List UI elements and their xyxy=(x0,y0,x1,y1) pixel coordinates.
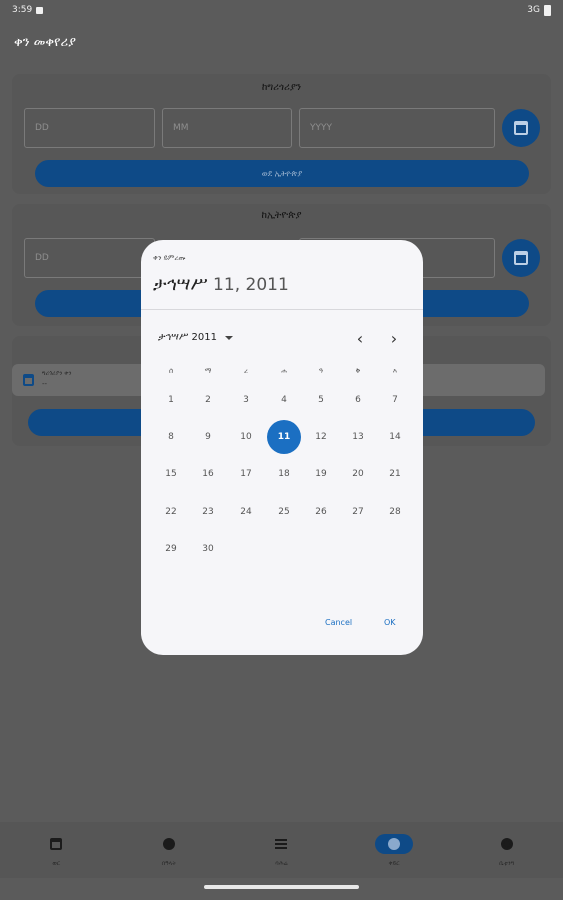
calendar-icon xyxy=(50,838,63,850)
nav-item-list[interactable]: ባሕሬ xyxy=(225,822,338,878)
battery-icon xyxy=(544,4,551,16)
convert-icon xyxy=(388,838,401,850)
day-cell[interactable]: 14 xyxy=(378,420,412,454)
nav-icon-wrap xyxy=(150,834,188,854)
nav-icon-wrap xyxy=(262,834,300,854)
day-cell[interactable]: 27 xyxy=(341,495,375,529)
weekday-label: ሰ xyxy=(168,367,174,375)
home-indicator[interactable] xyxy=(204,885,359,889)
result-label: ግሪጎሪያን ቀን xyxy=(42,370,72,377)
app-title: ቀን መቀየሪያ xyxy=(14,34,76,50)
status-time: 3:59 xyxy=(12,5,33,15)
settings-icon xyxy=(500,838,513,850)
day-cell[interactable]: 15 xyxy=(154,457,188,491)
day-input[interactable]: DD xyxy=(24,108,155,148)
gregorian-card: ከግሪጎሪያን DD MM YYYY ወደ ኢትዮጵያ xyxy=(12,74,551,194)
nav-item-holidays[interactable]: በዓላት xyxy=(113,822,226,878)
list-icon xyxy=(275,839,288,849)
dialog-header-label: ቀን ይምረጡ xyxy=(153,254,186,262)
day-cell[interactable]: 5 xyxy=(304,383,338,417)
next-month-button[interactable]: › xyxy=(384,328,404,348)
day-cell[interactable]: 29 xyxy=(154,532,188,566)
selected-date-display: ታኅሣሥ 11, 2011 xyxy=(153,274,289,295)
day-cell[interactable]: 18 xyxy=(267,457,301,491)
day-cell[interactable]: 2 xyxy=(191,383,225,417)
day-cell[interactable]: 3 xyxy=(229,383,263,417)
month-year-label: ታኅሣሥ 2011 xyxy=(158,332,217,343)
dropdown-caret-icon xyxy=(225,335,233,340)
date-picker-dialog: ቀን ይምረጡ ታኅሣሥ 11, 2011 ታኅሣሥ 2011 ‹ › ሰማረሐ… xyxy=(141,240,423,655)
nav-label: ሴቲንግ xyxy=(499,860,515,867)
eth-pick-date-button[interactable] xyxy=(502,239,540,277)
circle-icon xyxy=(162,838,175,850)
day-cell[interactable]: 1 xyxy=(154,383,188,417)
day-cell[interactable]: 6 xyxy=(341,383,375,417)
ok-button[interactable]: OK xyxy=(384,618,396,627)
nav-item-convert[interactable]: ቀይር xyxy=(338,822,451,878)
nav-label: በዓላት xyxy=(161,860,177,867)
nav-icon-wrap xyxy=(37,834,75,854)
nav-item-month[interactable]: ወር xyxy=(0,822,113,878)
weekday-label: ማ xyxy=(204,367,212,375)
eth-day-input[interactable]: DD xyxy=(24,238,155,278)
result-value: -- xyxy=(42,380,48,388)
cancel-button[interactable]: Cancel xyxy=(325,618,352,627)
app-bar: ቀን መቀየሪያ xyxy=(0,20,563,64)
day-cell[interactable]: 20 xyxy=(341,457,375,491)
day-cell[interactable]: 24 xyxy=(229,495,263,529)
day-cell[interactable]: 23 xyxy=(191,495,225,529)
day-cell[interactable]: 10 xyxy=(229,420,263,454)
nav-label: ቀይር xyxy=(388,860,400,867)
chevron-left-icon: ‹ xyxy=(356,328,364,348)
selected-date-rest: 11, 2011 xyxy=(207,275,289,295)
status-left: 3:59 xyxy=(12,5,44,15)
day-cell[interactable]: 22 xyxy=(154,495,188,529)
nav-label: ባሕሬ xyxy=(275,860,288,867)
pick-date-button[interactable] xyxy=(502,109,540,147)
weekday-label: ቅ xyxy=(355,367,361,375)
nav-icon-wrap xyxy=(375,834,414,854)
network-type: 3G xyxy=(527,5,540,15)
gregorian-card-title: ከግሪጎሪያን xyxy=(261,82,302,93)
calendar-icon xyxy=(514,121,528,135)
status-right: 3G xyxy=(527,4,551,16)
ethiopian-card-title: ከኢትዮጵያ xyxy=(261,210,302,221)
year-input[interactable]: YYYY xyxy=(299,108,495,148)
convert-to-ethiopian-button[interactable]: ወደ ኢትዮጵያ xyxy=(35,160,529,187)
dialog-divider xyxy=(141,309,423,310)
notification-icon xyxy=(36,6,44,14)
day-cell[interactable]: 9 xyxy=(191,420,225,454)
nav-icon-wrap xyxy=(488,834,526,854)
previous-month-button[interactable]: ‹ xyxy=(350,328,370,348)
day-cell[interactable]: 25 xyxy=(267,495,301,529)
day-cell[interactable]: 17 xyxy=(229,457,263,491)
month-year-dropdown[interactable]: ታኅሣሥ 2011 xyxy=(158,332,233,343)
day-cell[interactable]: 19 xyxy=(304,457,338,491)
selected-date-month: ታኅሣሥ xyxy=(153,274,208,295)
day-cell-selected[interactable]: 11 xyxy=(267,420,301,454)
day-cell[interactable]: 12 xyxy=(304,420,338,454)
weekday-label: ረ xyxy=(244,367,248,375)
bottom-nav: ወር በዓላት ባሕሬ ቀይር ሴቲንግ xyxy=(0,822,563,878)
day-cell[interactable]: 8 xyxy=(154,420,188,454)
weekday-label: እ xyxy=(392,367,398,375)
weekday-label: ዓ xyxy=(318,367,324,375)
day-cell[interactable]: 26 xyxy=(304,495,338,529)
day-cell[interactable]: 28 xyxy=(378,495,412,529)
calendar-icon xyxy=(23,374,34,386)
day-cell[interactable]: 16 xyxy=(191,457,225,491)
chevron-right-icon: › xyxy=(390,328,398,348)
day-cell[interactable]: 21 xyxy=(378,457,412,491)
day-cell[interactable]: 7 xyxy=(378,383,412,417)
status-bar: 3:59 3G xyxy=(0,0,563,20)
weekday-label: ሐ xyxy=(281,367,287,375)
month-input[interactable]: MM xyxy=(162,108,292,148)
nav-label: ወር xyxy=(52,860,61,867)
day-cell[interactable]: 30 xyxy=(191,532,225,566)
day-cell[interactable]: 13 xyxy=(341,420,375,454)
nav-item-settings[interactable]: ሴቲንግ xyxy=(450,822,563,878)
calendar-icon xyxy=(514,251,528,265)
day-cell[interactable]: 4 xyxy=(267,383,301,417)
